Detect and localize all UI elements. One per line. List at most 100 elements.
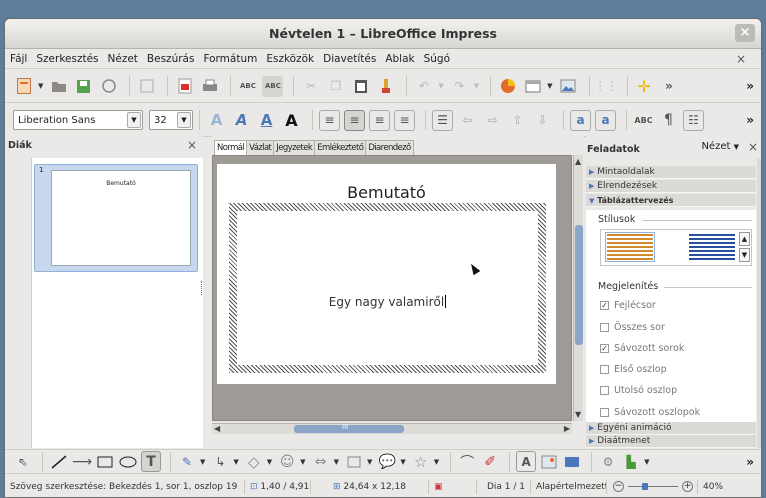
bullets-numbering-icon[interactable]: ☷: [683, 109, 704, 131]
tab-normal[interactable]: Normál: [214, 140, 248, 155]
arrow-right-icon[interactable]: ⇨: [482, 110, 503, 131]
edit-file-icon[interactable]: [136, 76, 157, 97]
option-banded-rows[interactable]: ✓ Sávozott sorok: [600, 343, 684, 354]
underline-icon[interactable]: A: [256, 110, 277, 131]
tab-slide-sorter[interactable]: Diarendező: [365, 140, 414, 155]
clone-formatting-icon[interactable]: [375, 76, 396, 97]
vertical-scroll-thumb[interactable]: [575, 225, 583, 345]
arrow-up-icon[interactable]: ⇧: [507, 110, 528, 131]
chart-icon[interactable]: [497, 76, 518, 97]
splitter-handle[interactable]: [201, 281, 204, 295]
task-panel-view-menu[interactable]: Nézet ▼: [701, 141, 739, 152]
chevron-down-icon[interactable]: ▼: [300, 458, 305, 466]
section-table-design[interactable]: ▼ Táblázattervezés: [586, 194, 756, 207]
slide[interactable]: Bemutató Egy nagy valamiről: [217, 164, 556, 384]
increase-font-icon[interactable]: a: [570, 109, 591, 131]
chevron-down-icon[interactable]: ▼: [474, 82, 479, 90]
font-size-combo[interactable]: 32 ▼: [149, 110, 193, 130]
points-icon[interactable]: ⌒: [457, 451, 477, 472]
undo-icon[interactable]: ↶: [413, 76, 434, 97]
tab-handout[interactable]: Emlékeztető: [314, 140, 367, 155]
task-panel-scrollbar[interactable]: [757, 158, 761, 448]
connector-icon[interactable]: ↳: [210, 451, 230, 472]
checkbox-banded-rows[interactable]: ✓: [600, 344, 609, 353]
menu-insert[interactable]: Beszúrás: [147, 53, 195, 65]
checkbox-header-row[interactable]: ✓: [600, 301, 609, 310]
close-document-button[interactable]: ×: [736, 52, 746, 66]
chevron-right-icon[interactable]: ▶: [564, 424, 570, 433]
chevron-down-icon[interactable]: ▼: [367, 458, 372, 466]
zoom-out-button[interactable]: −: [613, 481, 624, 492]
arrow-down-icon[interactable]: ⇩: [532, 110, 553, 131]
section-custom-animation[interactable]: ▶ Egyéni animáció: [586, 422, 756, 435]
ellipse-icon[interactable]: [118, 451, 138, 472]
align-center-icon[interactable]: ≡: [344, 109, 365, 131]
vertical-scrollbar[interactable]: ▲ ▼: [573, 155, 583, 421]
chevron-down-icon[interactable]: ▼: [400, 458, 405, 466]
cut-icon[interactable]: ✂: [300, 76, 321, 97]
task-panel-close-button[interactable]: ×: [748, 140, 758, 154]
chevron-down-icon[interactable]: ▼: [575, 410, 581, 419]
save-icon[interactable]: [73, 76, 94, 97]
chevron-down-icon[interactable]: ▼: [177, 112, 191, 128]
paragraph-icon[interactable]: ¶: [658, 110, 679, 131]
table-icon[interactable]: [522, 76, 543, 97]
image-icon[interactable]: [558, 76, 579, 97]
chevron-down-icon[interactable]: ▼: [644, 458, 649, 466]
section-master-pages[interactable]: ▶ Mintaoldalak: [586, 166, 756, 179]
spellcheck-icon[interactable]: ABC: [237, 76, 258, 97]
chevron-down-icon[interactable]: ▼: [434, 458, 439, 466]
copy-icon[interactable]: ❐: [325, 76, 346, 97]
chevron-left-icon[interactable]: ◀: [214, 424, 220, 433]
autospellcheck-icon[interactable]: ABC: [262, 75, 284, 97]
table-styles-list[interactable]: ▲ ▼: [600, 229, 752, 266]
send-email-icon[interactable]: [98, 76, 119, 97]
zoom-percent[interactable]: 40%: [697, 479, 728, 494]
italic-icon[interactable]: A: [231, 110, 252, 131]
checkbox-total-row[interactable]: [600, 323, 609, 332]
helplines-icon[interactable]: ✛: [634, 76, 655, 97]
justify-icon[interactable]: ≡: [394, 109, 415, 131]
glue-points-icon[interactable]: ✐: [480, 451, 500, 472]
section-slide-transition[interactable]: ▶ Diaátmenet: [586, 435, 756, 448]
select-pointer-icon[interactable]: ⇖: [13, 451, 33, 472]
flowchart-icon[interactable]: [344, 451, 364, 472]
character-icon[interactable]: ABC: [633, 110, 654, 131]
slide-thumbnail[interactable]: Bemutató: [51, 170, 191, 266]
option-header-row[interactable]: ✓ Fejlécsor: [600, 300, 656, 311]
toolbar-more-button[interactable]: »: [746, 455, 754, 469]
slide-thumbnail-selected[interactable]: 1 Bemutató: [34, 164, 198, 272]
option-banded-columns[interactable]: Sávozott oszlopok: [600, 407, 700, 418]
table-style-2[interactable]: [689, 234, 735, 260]
zoom-track[interactable]: [628, 483, 678, 490]
toolbar-overflow-icon[interactable]: »: [659, 76, 680, 97]
horizontal-scroll-thumb[interactable]: III: [294, 423, 404, 433]
bullets-icon[interactable]: ☰: [432, 109, 453, 131]
extrusion-icon[interactable]: ⚙: [598, 451, 618, 472]
rectangle-icon[interactable]: [95, 451, 115, 472]
text-frame[interactable]: Egy nagy valamiről: [229, 203, 546, 373]
chevron-down-icon[interactable]: ▼: [438, 82, 443, 90]
open-folder-icon[interactable]: [48, 76, 69, 97]
chevron-down-icon[interactable]: ▼: [38, 82, 43, 90]
slide-title[interactable]: Bemutató: [217, 183, 556, 202]
option-first-column[interactable]: Első oszlop: [600, 364, 667, 375]
grid-icon[interactable]: ⋮⋮: [594, 76, 618, 97]
gallery-icon[interactable]: [562, 451, 582, 472]
chevron-down-icon[interactable]: ▼: [739, 248, 750, 262]
align-left-icon[interactable]: ≡: [319, 109, 340, 131]
menu-help[interactable]: Súgó: [424, 53, 450, 65]
line-icon[interactable]: [49, 451, 69, 472]
transformations-icon[interactable]: ▙: [621, 451, 641, 472]
zoom-in-button[interactable]: +: [682, 481, 693, 492]
insert-image-icon[interactable]: [539, 451, 559, 472]
font-name-combo[interactable]: Liberation Sans ▼: [13, 110, 143, 130]
section-layouts[interactable]: ▶ Elrendezések: [586, 180, 756, 193]
menu-view[interactable]: Nézet: [108, 53, 138, 65]
toolbar-more-button[interactable]: »: [746, 113, 754, 127]
chevron-down-icon[interactable]: ▼: [233, 458, 238, 466]
stars-icon[interactable]: ☆: [411, 451, 431, 472]
menu-edit[interactable]: Szerkesztés: [36, 53, 98, 65]
chevron-up-icon[interactable]: ▲: [575, 157, 581, 166]
curve-icon[interactable]: ✎: [177, 451, 197, 472]
